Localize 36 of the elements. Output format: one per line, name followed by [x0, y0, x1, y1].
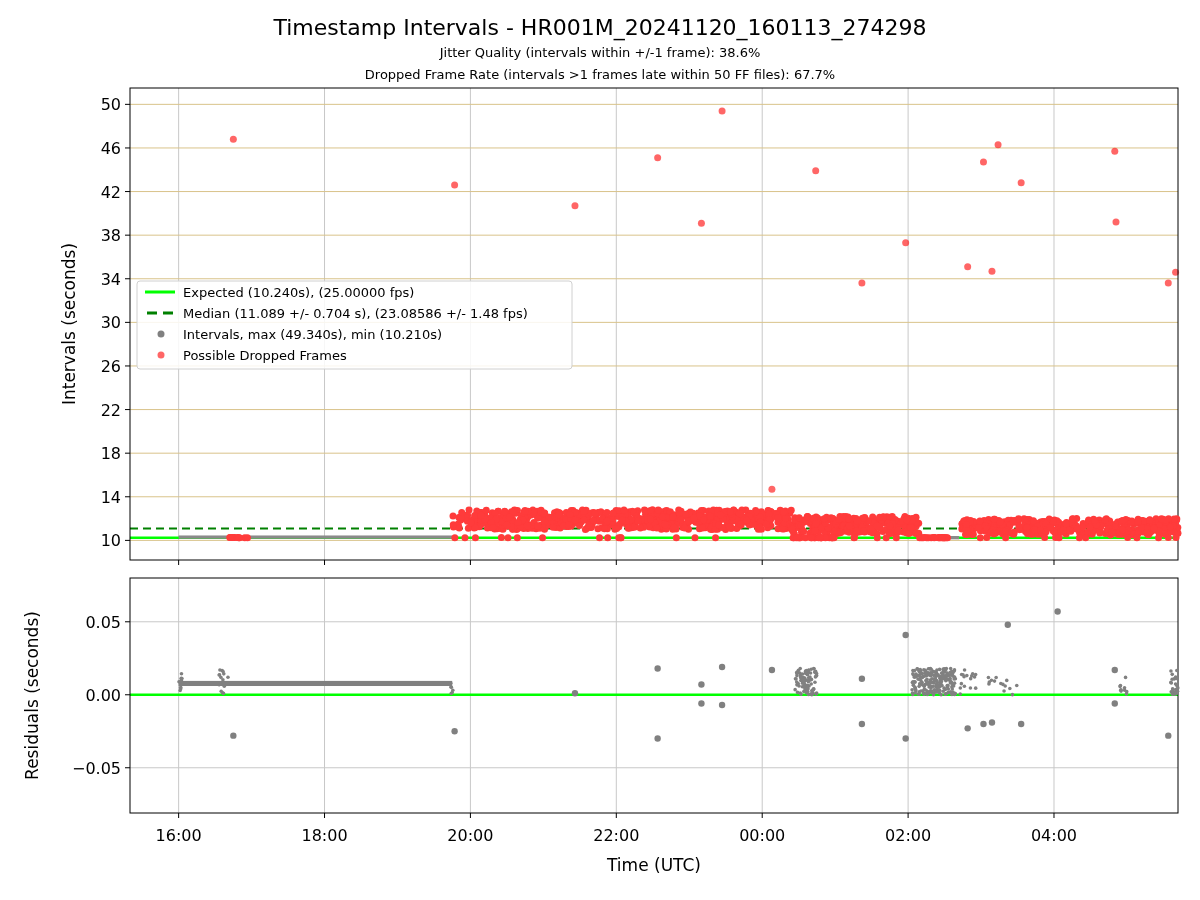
tick-label: 22:00 [593, 826, 640, 845]
tick-label: 16:00 [155, 826, 202, 845]
tick-label: 04:00 [1030, 826, 1078, 845]
tick-label: 38 [100, 226, 121, 246]
tick-label: 42 [100, 182, 121, 202]
tick-label: 02:00 [885, 826, 932, 845]
tick-label: 46 [100, 138, 121, 158]
chart-title: Timestamp Intervals - HR001M_20241120_160113_274298 [273, 14, 927, 42]
tick-label: 30 [100, 313, 121, 333]
tick-label: 0.05 [85, 612, 121, 632]
point-cluster-drawing [793, 666, 819, 697]
tick-label: 50 [100, 95, 121, 115]
tick-label: 10 [100, 531, 121, 551]
tick-label: 0.00 [85, 685, 121, 705]
point-cluster-drawing [1169, 668, 1180, 697]
chart-subtitle: Dropped Frame Rate (intervals >1 frames late within 50 FF files): 67.7% [364, 66, 836, 84]
legend-dot-icon [157, 351, 165, 359]
axis-title: Intervals (seconds) [59, 242, 79, 406]
tick-label: 26 [100, 356, 121, 376]
point-cluster-drawing [1118, 675, 1129, 696]
legend-label: Possible Dropped Frames [183, 348, 347, 363]
chart-subtitle: Jitter Quality (intervals within +/-1 frame): 38.6% [439, 44, 761, 62]
legend-label: Median (11.089 +/- 0.704 s), (23.08586 +/- 1.48 fps) [183, 306, 528, 321]
tick-label: 20:00 [447, 826, 494, 845]
tick-label: 14 [100, 487, 121, 507]
legend-label: Expected (10.240s), (25.00000 fps) [183, 285, 415, 300]
axis-title: Time (UTC) [607, 855, 701, 875]
tick-label: 22 [100, 400, 121, 420]
tick-label: 18 [100, 444, 121, 464]
point-cluster-drawing [986, 675, 1019, 697]
tick-label: −0.05 [71, 758, 121, 778]
tick-label: 00:00 [739, 826, 786, 845]
tick-label: 18:00 [301, 826, 348, 845]
axis-title: Residuals (seconds) [22, 611, 42, 780]
legend-label: Intervals, max (49.340s), min (10.210s) [183, 327, 442, 342]
tick-label: 34 [100, 269, 121, 289]
